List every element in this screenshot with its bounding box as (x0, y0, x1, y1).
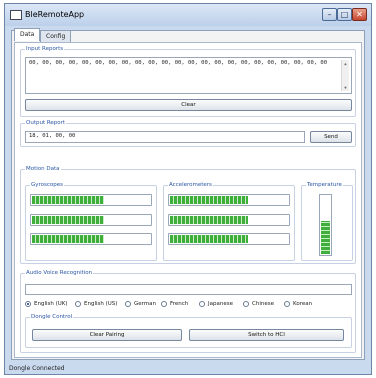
dongle-control-group: Dongle Control Clear Pairing Switch to H… (25, 314, 352, 348)
close-icon: ✕ (356, 10, 363, 19)
lang-korean-label: Korean (293, 301, 313, 307)
lang-korean-radio[interactable]: Korean (284, 301, 312, 307)
accel-x-bar (168, 194, 290, 206)
accel-z-bar (168, 233, 290, 245)
accelerometers-caption: Accelerometers (168, 182, 213, 189)
radio-icon (161, 301, 167, 307)
input-reports-textbox[interactable]: 00, 00, 00, 00, 00, 00, 00, 00, 00, 00, … (25, 57, 352, 94)
scroll-down-icon[interactable]: ▼ (342, 84, 349, 91)
title-bar[interactable]: BleRemoteApp – □ ✕ (5, 4, 371, 26)
status-bar-text: Dongle Connected (9, 365, 65, 372)
radio-selected-icon (25, 301, 31, 307)
lang-chinese-label: Chinese (252, 301, 274, 307)
radio-icon (243, 301, 249, 307)
gyro-y-bar (30, 214, 152, 226)
lang-english-uk-label: English (UK) (34, 301, 68, 307)
output-report-input[interactable]: 18, 01, 00, 00 (25, 131, 305, 143)
accel-z-fill (170, 235, 248, 243)
minimize-icon: – (327, 10, 332, 19)
gyro-y-fill (32, 216, 104, 224)
motion-data-group: Motion Data Gyroscopes Accelerometers Te… (20, 166, 356, 264)
maximize-icon: □ (340, 10, 349, 19)
lang-english-uk-radio[interactable]: English (UK) (25, 301, 68, 307)
clear-pairing-button[interactable]: Clear Pairing (32, 329, 182, 341)
audio-voice-textbox[interactable] (25, 284, 352, 295)
scroll-up-icon[interactable]: ▲ (342, 60, 349, 67)
input-reports-value: 00, 00, 00, 00, 00, 00, 00, 00, 00, 00, … (29, 60, 328, 66)
motion-data-caption: Motion Data (25, 166, 61, 173)
input-reports-group: Input Reports 00, 00, 00, 00, 00, 00, 00… (20, 46, 356, 117)
gyro-z-fill (32, 235, 104, 243)
temperature-caption: Temperature (306, 182, 343, 189)
lang-french-label: French (170, 301, 189, 307)
clear-input-button[interactable]: Clear (25, 99, 352, 111)
minimize-button[interactable]: – (322, 8, 337, 21)
tab-data[interactable]: Data (14, 28, 41, 41)
temperature-group: Temperature (301, 182, 353, 261)
main-client-area: Data Config Input Reports 00, 00, 00, 00… (11, 28, 365, 360)
maximize-button[interactable]: □ (337, 8, 352, 21)
close-button[interactable]: ✕ (352, 8, 367, 21)
audio-voice-group: Audio Voice Recognition English (UK) Eng… (20, 270, 356, 353)
accel-y-fill (170, 216, 248, 224)
gyro-x-bar (30, 194, 152, 206)
app-window-icon (10, 10, 22, 20)
output-report-group: Output Report 18, 01, 00, 00 Send (20, 120, 356, 147)
input-reports-caption: Input Reports (25, 46, 65, 53)
accelerometers-group: Accelerometers (163, 182, 295, 261)
switch-to-hci-button[interactable]: Switch to HCI (189, 329, 344, 341)
radio-icon (75, 301, 81, 307)
lang-german-label: German (134, 301, 157, 307)
accel-x-fill (170, 196, 248, 204)
input-reports-scrollbar[interactable]: ▲ ▼ (341, 60, 349, 91)
gyroscopes-caption: Gyroscopes (30, 182, 65, 189)
radio-icon (125, 301, 131, 307)
window-title: BleRemoteApp (25, 10, 85, 19)
accel-y-bar (168, 214, 290, 226)
lang-french-radio[interactable]: French (161, 301, 188, 307)
radio-icon (284, 301, 290, 307)
radio-icon (199, 301, 205, 307)
gyro-z-bar (30, 233, 152, 245)
gyroscopes-group: Gyroscopes (25, 182, 157, 261)
lang-english-us-radio[interactable]: English (US) (75, 301, 117, 307)
lang-german-radio[interactable]: German (125, 301, 156, 307)
temperature-bar (319, 194, 332, 256)
audio-voice-caption: Audio Voice Recognition (25, 270, 94, 277)
dongle-control-caption: Dongle Control (30, 314, 74, 321)
lang-japanese-radio[interactable]: Japanese (199, 301, 233, 307)
lang-japanese-label: Japanese (208, 301, 233, 307)
send-button[interactable]: Send (310, 131, 352, 143)
lang-english-us-label: English (US) (84, 301, 118, 307)
temperature-fill (321, 221, 330, 254)
app-window: BleRemoteApp – □ ✕ Data Config Input Rep… (4, 3, 372, 375)
gyro-x-fill (32, 196, 104, 204)
data-tab-panel: Input Reports 00, 00, 00, 00, 00, 00, 00… (14, 42, 362, 358)
output-report-caption: Output Report (25, 120, 67, 127)
lang-chinese-radio[interactable]: Chinese (243, 301, 274, 307)
tab-config[interactable]: Config (40, 30, 72, 42)
